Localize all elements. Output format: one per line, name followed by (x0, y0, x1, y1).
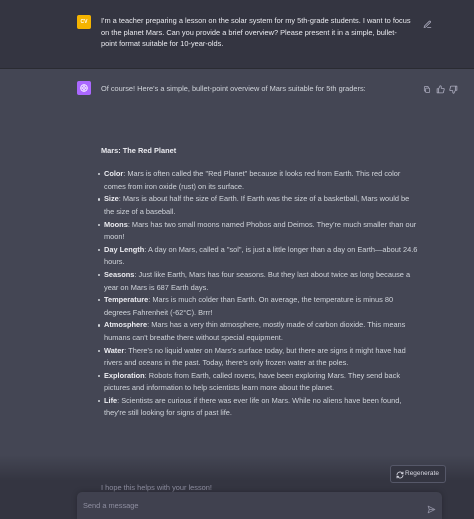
list-item: Day Length: A day on Mars, called a "sol… (97, 244, 421, 269)
send-icon[interactable] (427, 501, 436, 514)
fact-term: Seasons (104, 269, 135, 279)
thumbs-up-icon[interactable] (436, 81, 445, 94)
reply-closing: I hope this helps with your lesson! (101, 483, 212, 492)
fact-text: : Mars has two small moons named Phobos … (104, 219, 417, 242)
list-item: Size: Mars is about half the size of Ear… (97, 193, 421, 218)
fact-term: Atmosphere (104, 320, 148, 330)
list-item: Atmosphere: Mars has a very thin atmosph… (97, 319, 421, 344)
list-item: Temperature: Mars is much colder than Ea… (97, 294, 421, 319)
user-message-row: CV I'm a teacher preparing a lesson on t… (0, 0, 474, 69)
fact-term: Water (104, 345, 125, 355)
user-avatar: CV (77, 15, 91, 29)
assistant-avatar (77, 81, 91, 95)
list-item: Seasons: Just like Earth, Mars has four … (97, 269, 421, 294)
reply-title: Mars: The Red Planet (101, 145, 177, 155)
refresh-icon (396, 470, 404, 479)
edit-icon[interactable] (423, 16, 432, 28)
fact-term: Color (104, 169, 124, 179)
fact-term: Size (104, 194, 119, 204)
reply-intro: Of course! Here's a simple, bullet-point… (101, 84, 366, 93)
fact-text: : A day on Mars, called a "sol", is just… (104, 244, 418, 267)
fact-text: : Mars is about half the size of Earth. … (104, 194, 410, 216)
fact-term: Life (104, 395, 118, 405)
fact-term: Exploration (104, 370, 145, 380)
fact-text: : Robots from Earth, called rovers, have… (104, 370, 401, 393)
list-item: Life: Scientists are curious if there wa… (97, 395, 421, 420)
thumbs-down-icon[interactable] (449, 81, 458, 94)
list-item: Moons: Mars has two small moons named Ph… (97, 219, 421, 244)
fact-text: : Just like Earth, Mars has four seasons… (104, 269, 411, 292)
fact-term: Temperature (104, 295, 149, 305)
fact-term: Moons (104, 219, 128, 229)
fact-list: Color: Mars is often called the "Red Pla… (97, 168, 421, 420)
list-item: Water: There's no liquid water on Mars's… (97, 345, 421, 370)
message-composer (77, 492, 442, 519)
message-input[interactable] (83, 497, 413, 514)
regenerate-label: Regenerate (405, 470, 439, 477)
fact-text: : Mars is often called the "Red Planet" … (104, 169, 401, 191)
fact-text: : Mars has a very thin atmosphere, mostl… (104, 320, 406, 342)
copy-icon[interactable] (423, 81, 432, 93)
list-item: Exploration: Robots from Earth, called r… (97, 370, 421, 395)
assistant-message-row: Of course! Here's a simple, bullet-point… (0, 69, 474, 519)
fact-text: : Mars is much colder than Earth. On ave… (104, 295, 394, 317)
list-item: Color: Mars is often called the "Red Pla… (97, 168, 421, 193)
fact-term: Day Length (104, 244, 145, 254)
fact-text: : There's no liquid water on Mars's surf… (104, 345, 406, 368)
regenerate-button[interactable]: Regenerate (390, 465, 446, 483)
assistant-reply: Of course! Here's a simple, bullet-point… (97, 83, 421, 420)
fact-text: : Scientists are curious if there was ev… (104, 395, 402, 418)
user-message-text: I'm a teacher preparing a lesson on the … (101, 16, 411, 48)
